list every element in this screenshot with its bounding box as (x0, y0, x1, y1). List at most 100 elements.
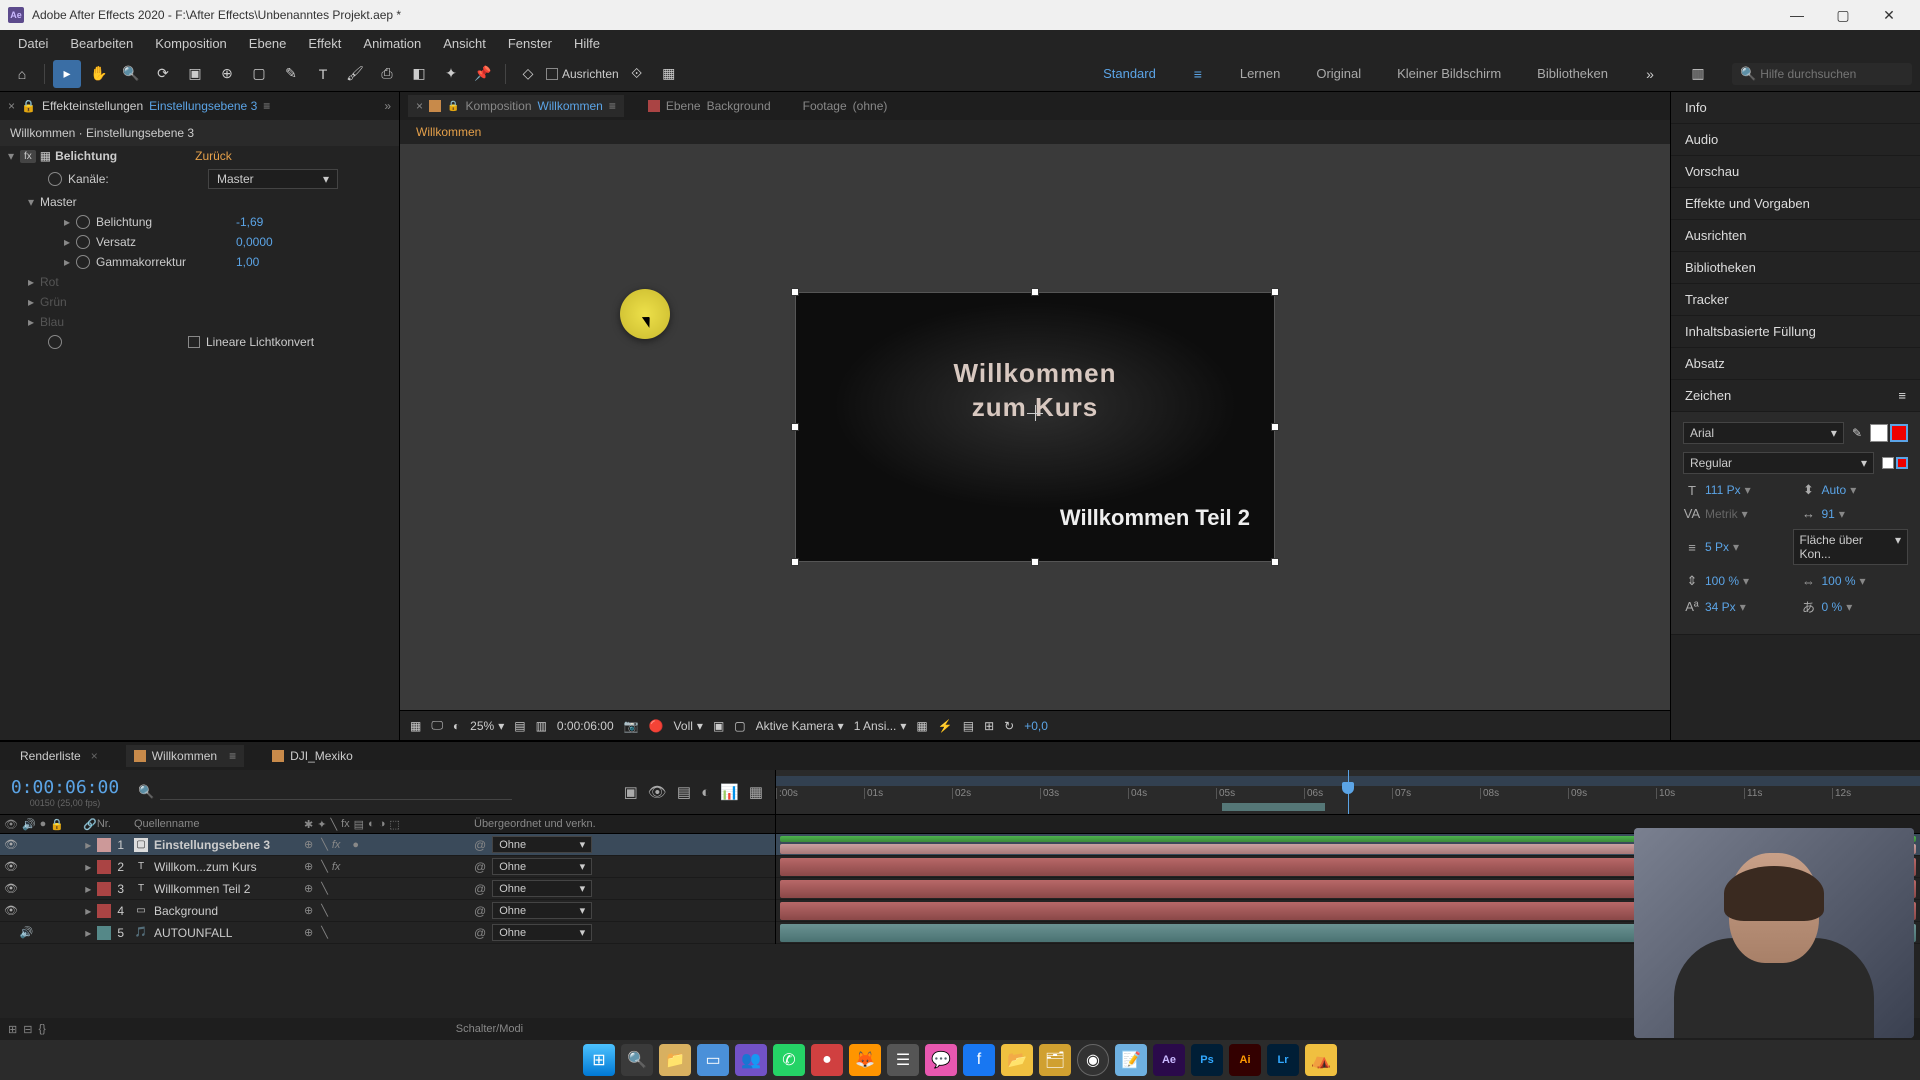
switch-mode-toggle[interactable]: Schalter/Modi (456, 1023, 523, 1035)
switch-slot[interactable]: ⊕ (304, 860, 313, 873)
resize-handle[interactable] (1271, 558, 1279, 566)
panel-overflow-icon[interactable]: » (384, 99, 391, 113)
graph-editor-icon[interactable]: 📊 (720, 783, 739, 801)
after-effects-icon[interactable]: Ae (1153, 1044, 1185, 1076)
fast-preview-icon[interactable]: ⚡ (938, 719, 953, 733)
tab-dji[interactable]: DJI_Mexiko (264, 745, 361, 767)
effect-enable-icon[interactable]: ▦ (40, 149, 51, 163)
parent-select[interactable]: Ohne▾ (492, 902, 592, 919)
selection-tool[interactable]: ▸ (53, 60, 81, 88)
monitor-icon[interactable]: 🖵 (431, 718, 443, 733)
shy-icon[interactable]: 👁 (648, 783, 667, 801)
menu-datei[interactable]: Datei (8, 32, 58, 55)
firefox-icon[interactable]: 🦊 (849, 1044, 881, 1076)
linear-checkbox[interactable] (188, 336, 200, 348)
workspace-lernen[interactable]: Lernen (1232, 62, 1288, 85)
kerning-value[interactable]: Metrik (1705, 507, 1738, 521)
gruen-twisty-icon[interactable]: ▸ (28, 295, 40, 309)
comp-tab-ebene[interactable]: Ebene Background (640, 95, 779, 117)
resolution-select[interactable]: Voll ▾ (674, 719, 703, 733)
blau-twisty-icon[interactable]: ▸ (28, 315, 40, 329)
stroke-width-value[interactable]: 5 Px (1705, 540, 1729, 554)
zoom-select[interactable]: 25% ▾ (470, 719, 504, 733)
menu-ansicht[interactable]: Ansicht (433, 32, 496, 55)
fx-switch[interactable]: fx (332, 839, 341, 851)
panel-bibliotheken[interactable]: Bibliotheken (1671, 252, 1920, 284)
layer-name[interactable]: AUTOUNFALL (154, 926, 232, 940)
help-search[interactable]: 🔍 (1732, 63, 1912, 85)
adjustment-switch[interactable]: ● (352, 839, 359, 851)
whatsapp-icon[interactable]: ✆ (773, 1044, 805, 1076)
folder-icon[interactable]: 📂 (1001, 1044, 1033, 1076)
app-yellow-icon[interactable]: ⛺ (1305, 1044, 1337, 1076)
master-twisty-icon[interactable]: ▾ (28, 195, 40, 209)
tab-menu-icon[interactable]: ≡ (609, 99, 616, 113)
pickwhip-icon[interactable]: @ (474, 838, 486, 852)
snap-options-icon[interactable]: ⟐ (623, 60, 651, 88)
switch-slot[interactable]: ╲ (321, 860, 328, 873)
panel-menu-icon[interactable]: ≡ (1898, 388, 1906, 403)
panel-absatz[interactable]: Absatz (1671, 348, 1920, 380)
graph-toggle-icon[interactable]: ▦ (749, 783, 763, 801)
switch-slot[interactable]: ╲ (321, 926, 328, 939)
layer-twisty-icon[interactable]: ▸ (85, 882, 91, 896)
layer-twisty-icon[interactable]: ▸ (85, 926, 91, 940)
frame-blend-icon[interactable]: ▤ (677, 783, 691, 801)
panel-effekte[interactable]: Effekte und Vorgaben (1671, 188, 1920, 220)
resize-handle[interactable] (1271, 288, 1279, 296)
camera-tool[interactable]: ▣ (181, 60, 209, 88)
chevron-down-icon[interactable]: ▾ (1733, 540, 1739, 554)
fx-switch[interactable]: fx (332, 861, 341, 873)
resize-handle[interactable] (791, 558, 799, 566)
switch-slot[interactable]: ╲ (321, 904, 328, 917)
chevron-down-icon[interactable]: ▾ (1850, 483, 1856, 497)
tab-renderliste[interactable]: Renderliste × (12, 745, 106, 767)
lock-icon[interactable]: 🔒 (447, 101, 459, 112)
parent-select[interactable]: Ohne▾ (492, 858, 592, 875)
puppet-tool[interactable]: 📌 (469, 60, 497, 88)
home-button[interactable]: ⌂ (8, 60, 36, 88)
comp-tab-komposition[interactable]: × 🔒 Komposition Willkommen ≡ (408, 95, 624, 117)
mask-icon[interactable]: ◐ (453, 719, 460, 733)
app-gray-icon[interactable]: ☰ (887, 1044, 919, 1076)
illustrator-icon[interactable]: Ai (1229, 1044, 1261, 1076)
stroke-mode-select[interactable]: Fläche über Kon...▾ (1793, 529, 1909, 565)
menu-hilfe[interactable]: Hilfe (564, 32, 610, 55)
anchor-tool[interactable]: ⊕ (213, 60, 241, 88)
workspace-kleiner[interactable]: Kleiner Bildschirm (1389, 62, 1509, 85)
switch-slot[interactable]: ╲ (321, 882, 328, 895)
workspace-menu-icon[interactable]: ≡ (1184, 60, 1212, 88)
preview-range[interactable] (1222, 803, 1325, 811)
visibility-toggle[interactable]: 👁 (4, 882, 18, 896)
layer-row[interactable]: 🔊▸ 5🎵AUTOUNFALL⊕╲@ Ohne▾ (0, 922, 1920, 944)
swap-color-icon[interactable] (1882, 457, 1894, 469)
close-tab-icon[interactable]: × (91, 749, 98, 763)
search-icon[interactable]: 🔍 (138, 784, 154, 800)
pickwhip-icon[interactable]: @ (474, 882, 486, 896)
taskview-icon[interactable]: ▭ (697, 1044, 729, 1076)
text-tool[interactable]: T (309, 60, 337, 88)
belichtung-value[interactable]: -1,69 (236, 215, 263, 229)
menu-animation[interactable]: Animation (353, 32, 431, 55)
motion-blur-icon[interactable]: ◐ (701, 784, 710, 801)
views-select[interactable]: 1 Ansi... ▾ (854, 719, 907, 733)
lock-col-icon[interactable]: 🔒 (50, 818, 64, 831)
chevron-down-icon[interactable]: ▾ (1839, 507, 1845, 521)
layer-twisty-icon[interactable]: ▸ (85, 838, 91, 852)
panel-inhaltsbasierte[interactable]: Inhaltsbasierte Füllung (1671, 316, 1920, 348)
resize-handle[interactable] (1031, 288, 1039, 296)
current-timecode[interactable]: 0:00:06:00 (11, 777, 119, 798)
workspace-bibliotheken[interactable]: Bibliotheken (1529, 62, 1616, 85)
chevron-down-icon[interactable]: ▾ (1860, 574, 1866, 588)
layer-name[interactable]: Willkommen Teil 2 (154, 882, 250, 896)
bbox-icon[interactable]: ▦ (655, 60, 683, 88)
toggle-in-out-icon[interactable]: {} (38, 1023, 45, 1035)
timeline-icon[interactable]: ▤ (963, 719, 974, 733)
explorer-icon[interactable]: 📁 (659, 1044, 691, 1076)
tab-willkommen[interactable]: Willkommen ≡ (126, 745, 244, 767)
resize-handle[interactable] (791, 288, 799, 296)
roto-tool[interactable]: ✦ (437, 60, 465, 88)
comp-canvas[interactable]: Willkommen zum Kurs Willkommen Teil 2 (795, 292, 1275, 562)
parent-select[interactable]: Ohne▾ (492, 880, 592, 897)
alpha-icon[interactable]: ▦ (410, 719, 421, 733)
